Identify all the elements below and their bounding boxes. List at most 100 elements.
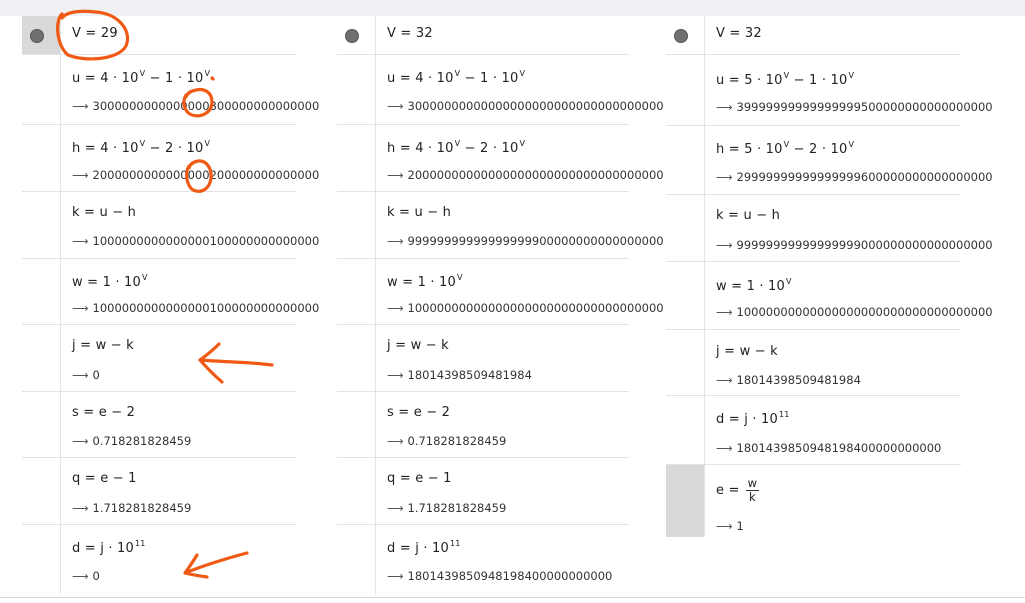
value-s: ⟶ 0.718281828459 xyxy=(387,434,507,448)
row-gutter xyxy=(666,330,705,395)
object-row-h[interactable]: h = 4 · 10V − 2 · 10V ⟶ 20000000000000002… xyxy=(22,125,319,192)
formula-u[interactable]: u = 5 · 10V − 1 · 10V xyxy=(716,71,854,88)
algebra-panel-1: V = 29 u = 4 · 10V − 1 · 10V ⟶ 3000000000… xyxy=(22,16,319,595)
formula-q[interactable]: q = e − 1 xyxy=(387,471,452,486)
value-k: ⟶ 1000000000000000100000000000000 xyxy=(72,234,320,248)
object-row-u[interactable]: u = 4 · 10V − 1 · 10V ⟶ 30000000000000003… xyxy=(22,55,319,125)
object-row-d[interactable]: d = j · 1011 ⟶ 0 xyxy=(22,525,296,595)
formula-h[interactable]: h = 5 · 10V − 2 · 10V xyxy=(716,140,854,157)
value-h: ⟶ 29999999999999999600000000000000000 xyxy=(716,170,993,184)
row-gutter xyxy=(22,392,61,457)
result-arrow-icon: ⟶ xyxy=(72,301,89,315)
object-row-q[interactable]: q = e − 1 ⟶ 1.718281828459 xyxy=(337,458,629,525)
object-row-u[interactable]: u = 4 · 10V − 1 · 10V ⟶ 30000000000000000… xyxy=(337,55,664,125)
formula-q[interactable]: q = e − 1 xyxy=(72,471,137,486)
formula-w[interactable]: w = 1 · 10V xyxy=(72,273,148,290)
row-gutter xyxy=(337,525,376,595)
result-arrow-icon: ⟶ xyxy=(716,441,733,455)
formula-j[interactable]: j = w − k xyxy=(387,338,449,353)
row-gutter xyxy=(337,325,376,391)
value-w: ⟶ 10000000000000000000000000000000000 xyxy=(387,301,664,315)
header-row[interactable]: V = 29 xyxy=(22,16,296,55)
bottom-divider xyxy=(0,597,1025,598)
header-row[interactable]: V = 32 xyxy=(666,16,961,55)
value-j: ⟶ 18014398509481984 xyxy=(716,373,861,387)
formula-w[interactable]: w = 1 · 10V xyxy=(387,273,463,290)
row-gutter xyxy=(666,126,705,194)
object-row-k[interactable]: k = u − h ⟶ 10000000000000001000000000000… xyxy=(22,192,319,259)
object-row-j[interactable]: j = w − k ⟶ 18014398509481984 xyxy=(337,325,629,392)
formula-k[interactable]: k = u − h xyxy=(716,208,780,223)
row-gutter xyxy=(22,55,61,124)
row-gutter xyxy=(22,458,61,524)
formula-u[interactable]: u = 4 · 10V − 1 · 10V xyxy=(387,69,525,86)
row-gutter xyxy=(666,396,705,464)
result-arrow-icon: ⟶ xyxy=(716,170,733,184)
object-row-q[interactable]: q = e − 1 ⟶ 1.718281828459 xyxy=(22,458,296,525)
result-arrow-icon: ⟶ xyxy=(716,519,733,533)
result-arrow-icon: ⟶ xyxy=(72,368,89,382)
row-gutter xyxy=(666,262,705,329)
value-j: ⟶ 18014398509481984 xyxy=(387,368,532,382)
result-arrow-icon: ⟶ xyxy=(387,301,404,315)
row-gutter xyxy=(22,525,61,595)
result-arrow-icon: ⟶ xyxy=(716,100,733,114)
object-row-h[interactable]: h = 5 · 10V − 2 · 10V ⟶ 29999999999999999… xyxy=(666,126,993,195)
formula-k[interactable]: k = u − h xyxy=(72,205,136,220)
formula-j[interactable]: j = w − k xyxy=(72,338,134,353)
formula-k[interactable]: k = u − h xyxy=(387,205,451,220)
formula-d[interactable]: d = j · 1011 xyxy=(387,539,461,556)
value-u: ⟶ 30000000000000000000000000000000000 xyxy=(387,99,664,113)
object-row-u[interactable]: u = 5 · 10V − 1 · 10V ⟶ 39999999999999999… xyxy=(666,55,993,126)
object-row-d[interactable]: d = j · 1011 ⟶ 18014398509481984000000000… xyxy=(666,396,961,465)
row-gutter xyxy=(337,392,376,457)
slider-definition[interactable]: V = 29 xyxy=(72,26,118,41)
formula-d[interactable]: d = j · 1011 xyxy=(72,539,146,556)
object-row-j[interactable]: j = w − k ⟶ 0 xyxy=(22,325,296,392)
value-s: ⟶ 0.718281828459 xyxy=(72,434,192,448)
object-row-s[interactable]: s = e − 2 ⟶ 0.718281828459 xyxy=(22,392,296,458)
value-j: ⟶ 0 xyxy=(72,368,100,382)
result-arrow-icon: ⟶ xyxy=(387,569,404,583)
result-arrow-icon: ⟶ xyxy=(387,434,404,448)
row-gutter xyxy=(337,192,376,258)
formula-j[interactable]: j = w − k xyxy=(716,344,778,359)
row-gutter xyxy=(22,192,61,258)
object-row-j[interactable]: j = w − k ⟶ 18014398509481984 xyxy=(666,330,961,396)
header-row[interactable]: V = 32 xyxy=(337,16,629,55)
result-arrow-icon: ⟶ xyxy=(387,234,404,248)
formula-h[interactable]: h = 4 · 10V − 2 · 10V xyxy=(72,139,210,156)
row-gutter xyxy=(337,259,376,324)
result-arrow-icon: ⟶ xyxy=(716,238,733,252)
value-e: ⟶ 1 xyxy=(716,519,744,533)
formula-w[interactable]: w = 1 · 10V xyxy=(716,277,792,294)
formula-e[interactable]: e = w k xyxy=(716,476,760,504)
row-gutter xyxy=(337,55,376,124)
slider-definition[interactable]: V = 32 xyxy=(716,26,762,41)
object-row-s[interactable]: s = e − 2 ⟶ 0.718281828459 xyxy=(337,392,629,458)
value-u: ⟶ 39999999999999999500000000000000000 xyxy=(716,100,993,114)
object-row-k[interactable]: k = u − h ⟶ 99999999999999999900000000000… xyxy=(337,192,664,259)
visibility-toggle-dot[interactable] xyxy=(345,29,359,43)
value-h: ⟶ 20000000000000000000000000000000000 xyxy=(387,168,664,182)
formula-s[interactable]: s = e − 2 xyxy=(387,405,450,420)
visibility-gutter xyxy=(666,16,705,54)
formula-d[interactable]: d = j · 1011 xyxy=(716,410,790,427)
result-arrow-icon: ⟶ xyxy=(387,99,404,113)
visibility-toggle-dot[interactable] xyxy=(674,29,688,43)
row-gutter xyxy=(666,55,705,125)
formula-u[interactable]: u = 4 · 10V − 1 · 10V xyxy=(72,69,210,86)
fraction: wk xyxy=(745,476,760,504)
object-row-w[interactable]: w = 1 · 10V ⟶ 100000000000000000000000000… xyxy=(337,259,664,325)
formula-h[interactable]: h = 4 · 10V − 2 · 10V xyxy=(387,139,525,156)
object-row-e[interactable]: e = w k ⟶ 1 xyxy=(666,465,961,537)
value-d: ⟶ 0 xyxy=(72,569,100,583)
object-row-k[interactable]: k = u − h ⟶ 99999999999999999000000000000… xyxy=(666,195,993,262)
object-row-h[interactable]: h = 4 · 10V − 2 · 10V ⟶ 20000000000000000… xyxy=(337,125,664,192)
object-row-w[interactable]: w = 1 · 10V ⟶ 100000000000000010000000000… xyxy=(22,259,319,325)
object-row-d[interactable]: d = j · 1011 ⟶ 18014398509481984000000000… xyxy=(337,525,629,595)
visibility-toggle-dot[interactable] xyxy=(30,29,44,43)
formula-s[interactable]: s = e − 2 xyxy=(72,405,135,420)
object-row-w[interactable]: w = 1 · 10V ⟶ 100000000000000000000000000… xyxy=(666,262,993,330)
slider-definition[interactable]: V = 32 xyxy=(387,26,433,41)
